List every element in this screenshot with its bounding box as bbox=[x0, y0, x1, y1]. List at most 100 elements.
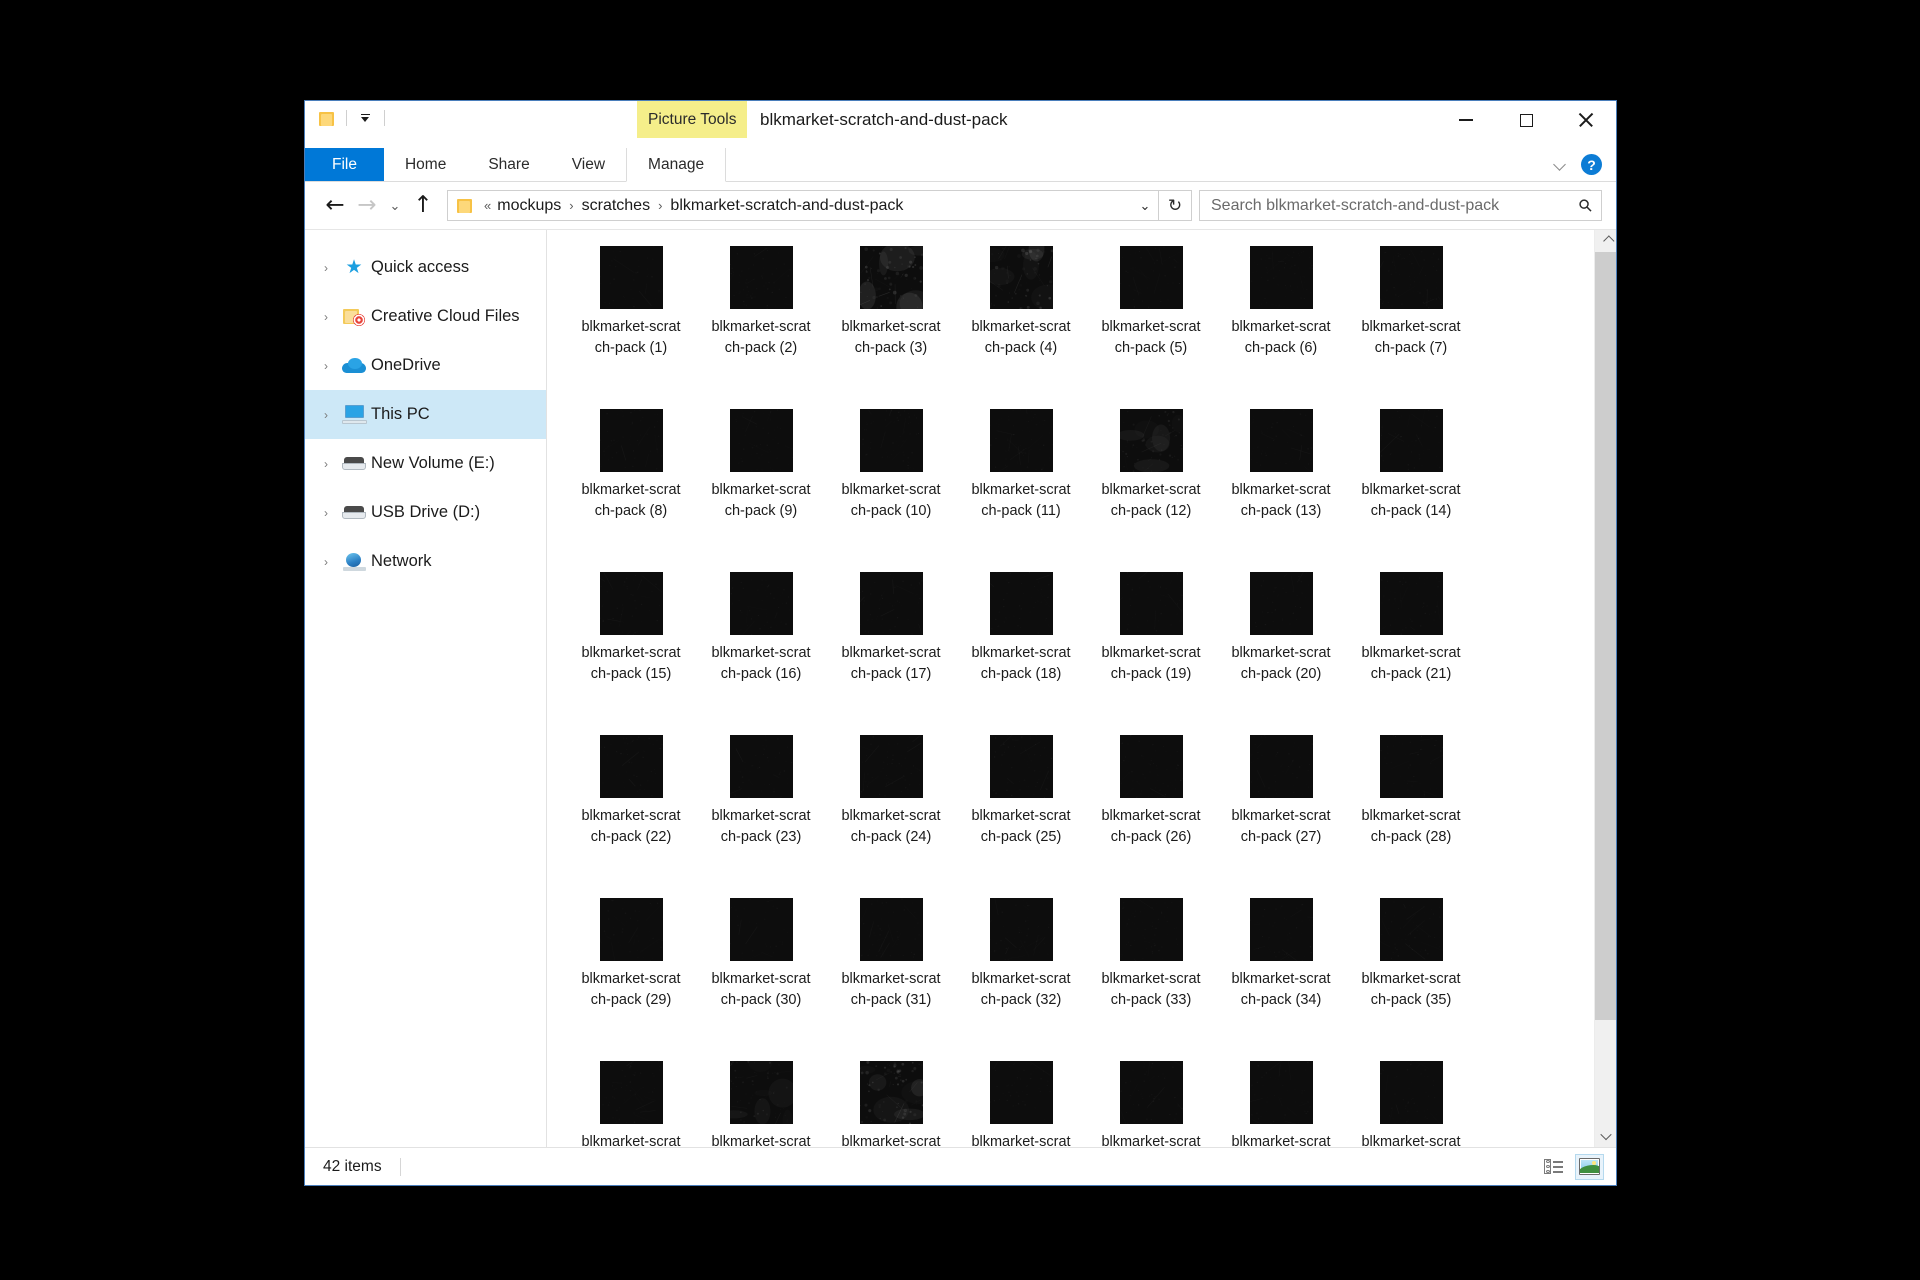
search-icon[interactable]: ⚲ bbox=[1568, 188, 1603, 223]
expander-icon[interactable]: › bbox=[313, 408, 339, 422]
maximize-button[interactable] bbox=[1496, 101, 1556, 139]
sidebar-item-label: Network bbox=[371, 552, 432, 570]
file-item[interactable]: blkmarket-scratch-pack (23) bbox=[696, 727, 826, 887]
search-input[interactable] bbox=[1200, 196, 1571, 215]
file-item[interactable]: blkmarket-scratch-pack (6) bbox=[1216, 238, 1346, 398]
scrollbar-thumb[interactable] bbox=[1595, 252, 1616, 1021]
file-item[interactable]: blkmarket-scratch-pack (35) bbox=[1346, 890, 1476, 1050]
file-label: blkmarket-scratch-pack (22) bbox=[581, 808, 681, 846]
scrollbar-track[interactable] bbox=[1595, 252, 1616, 1125]
scroll-up-button[interactable] bbox=[1595, 230, 1616, 252]
file-item[interactable]: blkmarket-scratch-pack (17) bbox=[826, 564, 956, 724]
file-label: blkmarket-scratch-pack (24) bbox=[841, 808, 941, 846]
breadcrumb-mockups[interactable]: mockups bbox=[497, 197, 561, 215]
file-item[interactable]: blkmarket-scratch-pack (24) bbox=[826, 727, 956, 887]
breadcrumb-separator[interactable]: › bbox=[569, 198, 573, 213]
expander-icon[interactable]: › bbox=[313, 261, 339, 275]
search-box[interactable]: ⚲ bbox=[1199, 190, 1602, 221]
sidebar-item-network[interactable]: › Network bbox=[305, 537, 546, 586]
expander-icon[interactable]: › bbox=[313, 310, 339, 324]
file-item[interactable]: blkmarket-scratch-pack (12) bbox=[1086, 401, 1216, 561]
recent-locations-button[interactable]: ⌄ bbox=[383, 190, 407, 222]
file-item[interactable]: blkmarket-scratch-pack (26) bbox=[1086, 727, 1216, 887]
file-item[interactable]: blkmarket-scratch-pack (28) bbox=[1346, 727, 1476, 887]
back-button[interactable]: ← bbox=[319, 190, 351, 222]
file-item[interactable]: blkmarket-scratch-pack (38) bbox=[826, 1053, 956, 1147]
file-item[interactable]: blkmarket-scratch-pack (34) bbox=[1216, 890, 1346, 1050]
file-item[interactable]: blkmarket-scratch-pack (13) bbox=[1216, 401, 1346, 561]
customize-quick-access-icon[interactable] bbox=[358, 111, 373, 126]
file-item[interactable]: blkmarket-scratch-pack (42) bbox=[1346, 1053, 1476, 1147]
breadcrumb-scratches[interactable]: scratches bbox=[582, 197, 650, 215]
sidebar-item-onedrive[interactable]: › OneDrive bbox=[305, 341, 546, 390]
expander-icon[interactable]: › bbox=[313, 359, 339, 373]
sidebar-item-quick-access[interactable]: › ★ Quick access bbox=[305, 243, 546, 292]
tab-home[interactable]: Home bbox=[384, 148, 467, 181]
file-item[interactable]: blkmarket-scratch-pack (10) bbox=[826, 401, 956, 561]
sidebar-item-new-volume-e[interactable]: › New Volume (E:) bbox=[305, 439, 546, 488]
expander-icon[interactable]: › bbox=[313, 457, 339, 471]
minimize-button[interactable] bbox=[1436, 101, 1496, 139]
file-item[interactable]: blkmarket-scratch-pack (11) bbox=[956, 401, 1086, 561]
file-item[interactable]: blkmarket-scratch-pack (7) bbox=[1346, 238, 1476, 398]
folder-icon[interactable] bbox=[319, 112, 335, 126]
file-item[interactable]: blkmarket-scratch-pack (18) bbox=[956, 564, 1086, 724]
details-view-button[interactable] bbox=[1539, 1154, 1568, 1180]
file-item[interactable]: blkmarket-scratch-pack (40) bbox=[1086, 1053, 1216, 1147]
window-controls bbox=[1436, 101, 1616, 139]
expander-icon[interactable]: › bbox=[313, 506, 339, 520]
file-item[interactable]: blkmarket-scratch-pack (29) bbox=[566, 890, 696, 1050]
file-label: blkmarket-scratch-pack (9) bbox=[711, 482, 811, 520]
file-item[interactable]: blkmarket-scratch-pack (9) bbox=[696, 401, 826, 561]
file-item[interactable]: blkmarket-scratch-pack (25) bbox=[956, 727, 1086, 887]
help-button[interactable]: ? bbox=[1581, 154, 1602, 175]
sidebar-item-label: This PC bbox=[371, 405, 430, 423]
file-item[interactable]: blkmarket-scratch-pack (4) bbox=[956, 238, 1086, 398]
file-item[interactable]: blkmarket-scratch-pack (31) bbox=[826, 890, 956, 1050]
file-item[interactable]: blkmarket-scratch-pack (30) bbox=[696, 890, 826, 1050]
tab-view[interactable]: View bbox=[551, 148, 626, 181]
forward-button[interactable]: → bbox=[351, 190, 383, 222]
file-item[interactable]: blkmarket-scratch-pack (21) bbox=[1346, 564, 1476, 724]
file-item[interactable]: blkmarket-scratch-pack (14) bbox=[1346, 401, 1476, 561]
file-item[interactable]: blkmarket-scratch-pack (41) bbox=[1216, 1053, 1346, 1147]
file-item[interactable]: blkmarket-scratch-pack (15) bbox=[566, 564, 696, 724]
file-item[interactable]: blkmarket-scratch-pack (5) bbox=[1086, 238, 1216, 398]
file-item[interactable]: blkmarket-scratch-pack (33) bbox=[1086, 890, 1216, 1050]
sidebar-item-creative-cloud-files[interactable]: › Creative Cloud Files bbox=[305, 292, 546, 341]
tab-manage[interactable]: Manage bbox=[626, 148, 727, 182]
file-item[interactable]: blkmarket-scratch-pack (27) bbox=[1216, 727, 1346, 887]
large-icons-view-button[interactable] bbox=[1575, 1153, 1604, 1180]
file-list-viewport[interactable]: blkmarket-scratch-pack (1) blkmarket-scra… bbox=[547, 230, 1594, 1147]
breadcrumb-current-folder[interactable]: blkmarket-scratch-and-dust-pack bbox=[670, 197, 903, 215]
file-item[interactable]: blkmarket-scratch-pack (32) bbox=[956, 890, 1086, 1050]
close-button[interactable] bbox=[1556, 101, 1616, 139]
file-item[interactable]: blkmarket-scratch-pack (3) bbox=[826, 238, 956, 398]
file-item[interactable]: blkmarket-scratch-pack (19) bbox=[1086, 564, 1216, 724]
file-item[interactable]: blkmarket-scratch-pack (16) bbox=[696, 564, 826, 724]
breadcrumb-overflow[interactable]: « bbox=[484, 198, 491, 213]
breadcrumb-separator[interactable]: › bbox=[658, 198, 662, 213]
scroll-down-button[interactable] bbox=[1595, 1125, 1616, 1147]
expander-icon[interactable]: › bbox=[313, 555, 339, 569]
vertical-scrollbar[interactable] bbox=[1594, 230, 1616, 1147]
tab-share[interactable]: Share bbox=[467, 148, 550, 181]
sidebar-item-usb-drive-d[interactable]: › USB Drive (D:) bbox=[305, 488, 546, 537]
sidebar-item-this-pc[interactable]: › This PC bbox=[305, 390, 546, 439]
refresh-button[interactable]: ↻ bbox=[1159, 190, 1192, 221]
up-button[interactable]: ↑ bbox=[407, 190, 439, 222]
file-item[interactable]: blkmarket-scratch-pack (2) bbox=[696, 238, 826, 398]
file-item[interactable]: blkmarket-scratch-pack (37) bbox=[696, 1053, 826, 1147]
file-item[interactable]: blkmarket-scratch-pack (36) bbox=[566, 1053, 696, 1147]
file-item[interactable]: blkmarket-scratch-pack (39) bbox=[956, 1053, 1086, 1147]
file-item[interactable]: blkmarket-scratch-pack (1) bbox=[566, 238, 696, 398]
file-item[interactable]: blkmarket-scratch-pack (22) bbox=[566, 727, 696, 887]
address-dropdown-icon[interactable]: ⌄ bbox=[1132, 191, 1158, 220]
file-thumbnail bbox=[1379, 1061, 1443, 1124]
address-bar[interactable]: « mockups › scratches › blkmarket-scratc… bbox=[447, 190, 1159, 221]
tab-file[interactable]: File bbox=[305, 148, 384, 181]
chevron-down-icon[interactable] bbox=[1554, 158, 1567, 171]
file-item[interactable]: blkmarket-scratch-pack (20) bbox=[1216, 564, 1346, 724]
file-item[interactable]: blkmarket-scratch-pack (8) bbox=[566, 401, 696, 561]
file-label: blkmarket-scratch-pack (6) bbox=[1231, 319, 1331, 357]
